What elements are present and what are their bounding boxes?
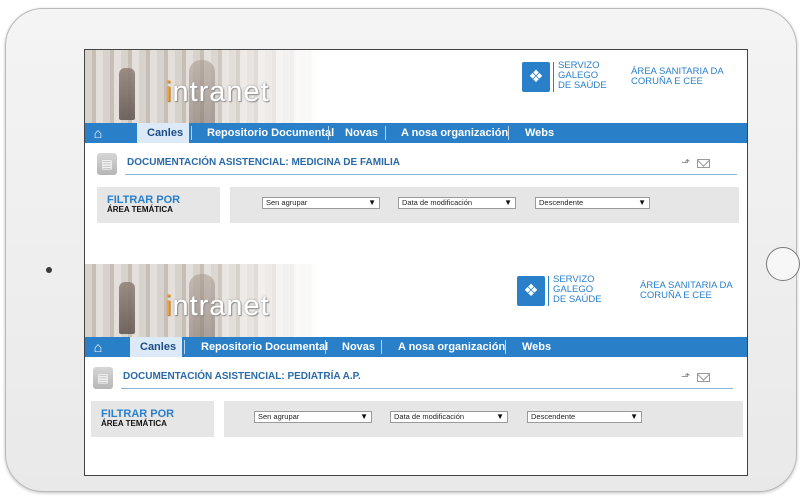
intranet-logo-text: ntranet	[172, 76, 270, 108]
group-select[interactable]: Sen agrupar ▼	[254, 411, 372, 423]
sgs-logo-icon[interactable]: ❖	[522, 62, 550, 92]
home-icon[interactable]: ⌂	[85, 337, 111, 357]
nav-item-repositorio-documental[interactable]: Repositorio Documental	[197, 123, 344, 143]
camera-dot	[46, 267, 52, 273]
tablet-frame: intranet ❖ SERVIZO GALEGO DE SAÚDE ÁREA …	[5, 8, 800, 492]
document-icon: ▤	[93, 367, 113, 389]
chevron-down-icon: ▼	[638, 198, 646, 207]
filter-toggle[interactable]: FILTRAR POR ÁREA TEMÁTICA	[97, 187, 220, 223]
sgs-line: DE SAÚDE	[558, 80, 607, 91]
page-title: DOCUMENTACIÓN ASISTENCIAL: PEDIATRÍA A.P…	[123, 371, 361, 382]
area-sanitaria-logo[interactable]: ÁREA SANITARIA DA CORUÑA E CEE	[640, 281, 733, 301]
nav-item-a-nosa-organizacion[interactable]: A nosa organización	[388, 337, 515, 357]
page-title: DOCUMENTACIÓN ASISTENCIAL: MEDICINA DE F…	[127, 157, 400, 168]
home-icon[interactable]: ⌂	[85, 123, 111, 143]
share-icon[interactable]: ⬏	[681, 156, 693, 170]
area-line: CORUÑA E CEE	[631, 76, 703, 87]
area-sanitaria-logo[interactable]: ÁREA SANITARIA DA CORUÑA E CEE	[631, 67, 724, 87]
filter-subtitle: ÁREA TEMÁTICA	[101, 419, 167, 428]
filter-toggle[interactable]: FILTRAR POR ÁREA TEMÁTICA	[91, 401, 214, 437]
nav-separator	[184, 340, 185, 354]
screen: intranet ❖ SERVIZO GALEGO DE SAÚDE ÁREA …	[84, 49, 748, 476]
filter-controls: Sen agrupar ▼ Data de modificación ▼ Desce…	[230, 187, 739, 223]
chevron-down-icon: ▼	[504, 198, 512, 207]
nav-separator	[191, 126, 192, 140]
nav-item-webs[interactable]: Webs	[515, 123, 564, 143]
nav-separator	[381, 340, 382, 354]
nav-item-a-nosa-organizacion[interactable]: A nosa organización	[391, 123, 518, 143]
area-line: CORUÑA E CEE	[640, 290, 712, 301]
filter-controls: Sen agrupar ▼ Data de modificación ▼ Desce…	[224, 401, 743, 437]
mail-icon[interactable]	[697, 373, 710, 382]
nav-separator	[325, 340, 326, 354]
order-select-value: Descendente	[539, 198, 584, 207]
document-header: ▤ DOCUMENTACIÓN ASISTENCIAL: MEDICINA DE…	[97, 153, 737, 175]
sort-select[interactable]: Data de modificación ▼	[390, 411, 508, 423]
nav-item-canles[interactable]: Canles	[130, 337, 182, 357]
title-underline	[121, 388, 733, 389]
document-header: ▤ DOCUMENTACIÓN ASISTENCIAL: PEDIATRÍA A…	[93, 367, 733, 389]
nav-item-repositorio-documental[interactable]: Repositorio Documental	[191, 337, 338, 357]
sort-select[interactable]: Data de modificación ▼	[398, 197, 516, 209]
nav-item-webs[interactable]: Webs	[512, 337, 561, 357]
main-nav: ⌂ Canles Repositorio Documental Novas A …	[85, 123, 747, 143]
order-select-value: Descendente	[531, 412, 576, 421]
order-select[interactable]: Descendente ▼	[527, 411, 642, 423]
sgs-line: DE SAÚDE	[553, 294, 602, 305]
intranet-logo[interactable]: intranet	[165, 76, 270, 109]
banner: intranet ❖ SERVIZO GALEGO DE SAÚDE ÁREA …	[85, 264, 747, 337]
logo-divider	[553, 62, 554, 92]
banner-figure	[119, 282, 135, 334]
filter-panel: FILTRAR POR ÁREA TEMÁTICA Sen agrupar ▼ D…	[97, 187, 739, 223]
nav-item-novas[interactable]: Novas	[332, 337, 385, 357]
sgs-logo-text[interactable]: SERVIZO GALEGO DE SAÚDE	[558, 61, 607, 91]
mail-icon[interactable]	[697, 159, 710, 168]
filter-subtitle: ÁREA TEMÁTICA	[107, 205, 173, 214]
chevron-down-icon: ▼	[368, 198, 376, 207]
share-icon[interactable]: ⬏	[681, 370, 693, 384]
group-select-value: Sen agrupar	[266, 198, 308, 207]
nav-separator	[505, 340, 506, 354]
document-icon: ▤	[97, 153, 117, 175]
nav-item-novas[interactable]: Novas	[335, 123, 388, 143]
sort-select-value: Data de modificación	[394, 412, 465, 421]
filter-panel: FILTRAR POR ÁREA TEMÁTICA Sen agrupar ▼ D…	[91, 401, 743, 437]
nav-separator	[328, 126, 329, 140]
banner-figure	[119, 68, 135, 120]
chevron-down-icon: ▼	[630, 412, 638, 421]
main-nav: ⌂ Canles Repositorio Documental Novas A …	[85, 337, 747, 357]
intranet-logo[interactable]: intranet	[165, 290, 270, 323]
intranet-section-pediatria: intranet ❖ SERVIZO GALEGO DE SAÚDE ÁREA …	[85, 264, 747, 475]
intranet-logo-text: ntranet	[172, 290, 270, 322]
nav-item-canles[interactable]: Canles	[137, 123, 189, 143]
nav-separator	[508, 126, 509, 140]
intranet-section-medicina: intranet ❖ SERVIZO GALEGO DE SAÚDE ÁREA …	[85, 50, 747, 263]
group-select[interactable]: Sen agrupar ▼	[262, 197, 380, 209]
chevron-down-icon: ▼	[360, 412, 368, 421]
chevron-down-icon: ▼	[496, 412, 504, 421]
banner: intranet ❖ SERVIZO GALEGO DE SAÚDE ÁREA …	[85, 50, 747, 123]
logo-divider	[548, 276, 549, 306]
group-select-value: Sen agrupar	[258, 412, 300, 421]
order-select[interactable]: Descendente ▼	[535, 197, 650, 209]
home-hardware-button[interactable]	[766, 247, 800, 281]
title-underline	[125, 174, 737, 175]
sgs-logo-icon[interactable]: ❖	[517, 276, 545, 306]
nav-separator	[385, 126, 386, 140]
sort-select-value: Data de modificación	[402, 198, 473, 207]
sgs-logo-text[interactable]: SERVIZO GALEGO DE SAÚDE	[553, 275, 602, 305]
